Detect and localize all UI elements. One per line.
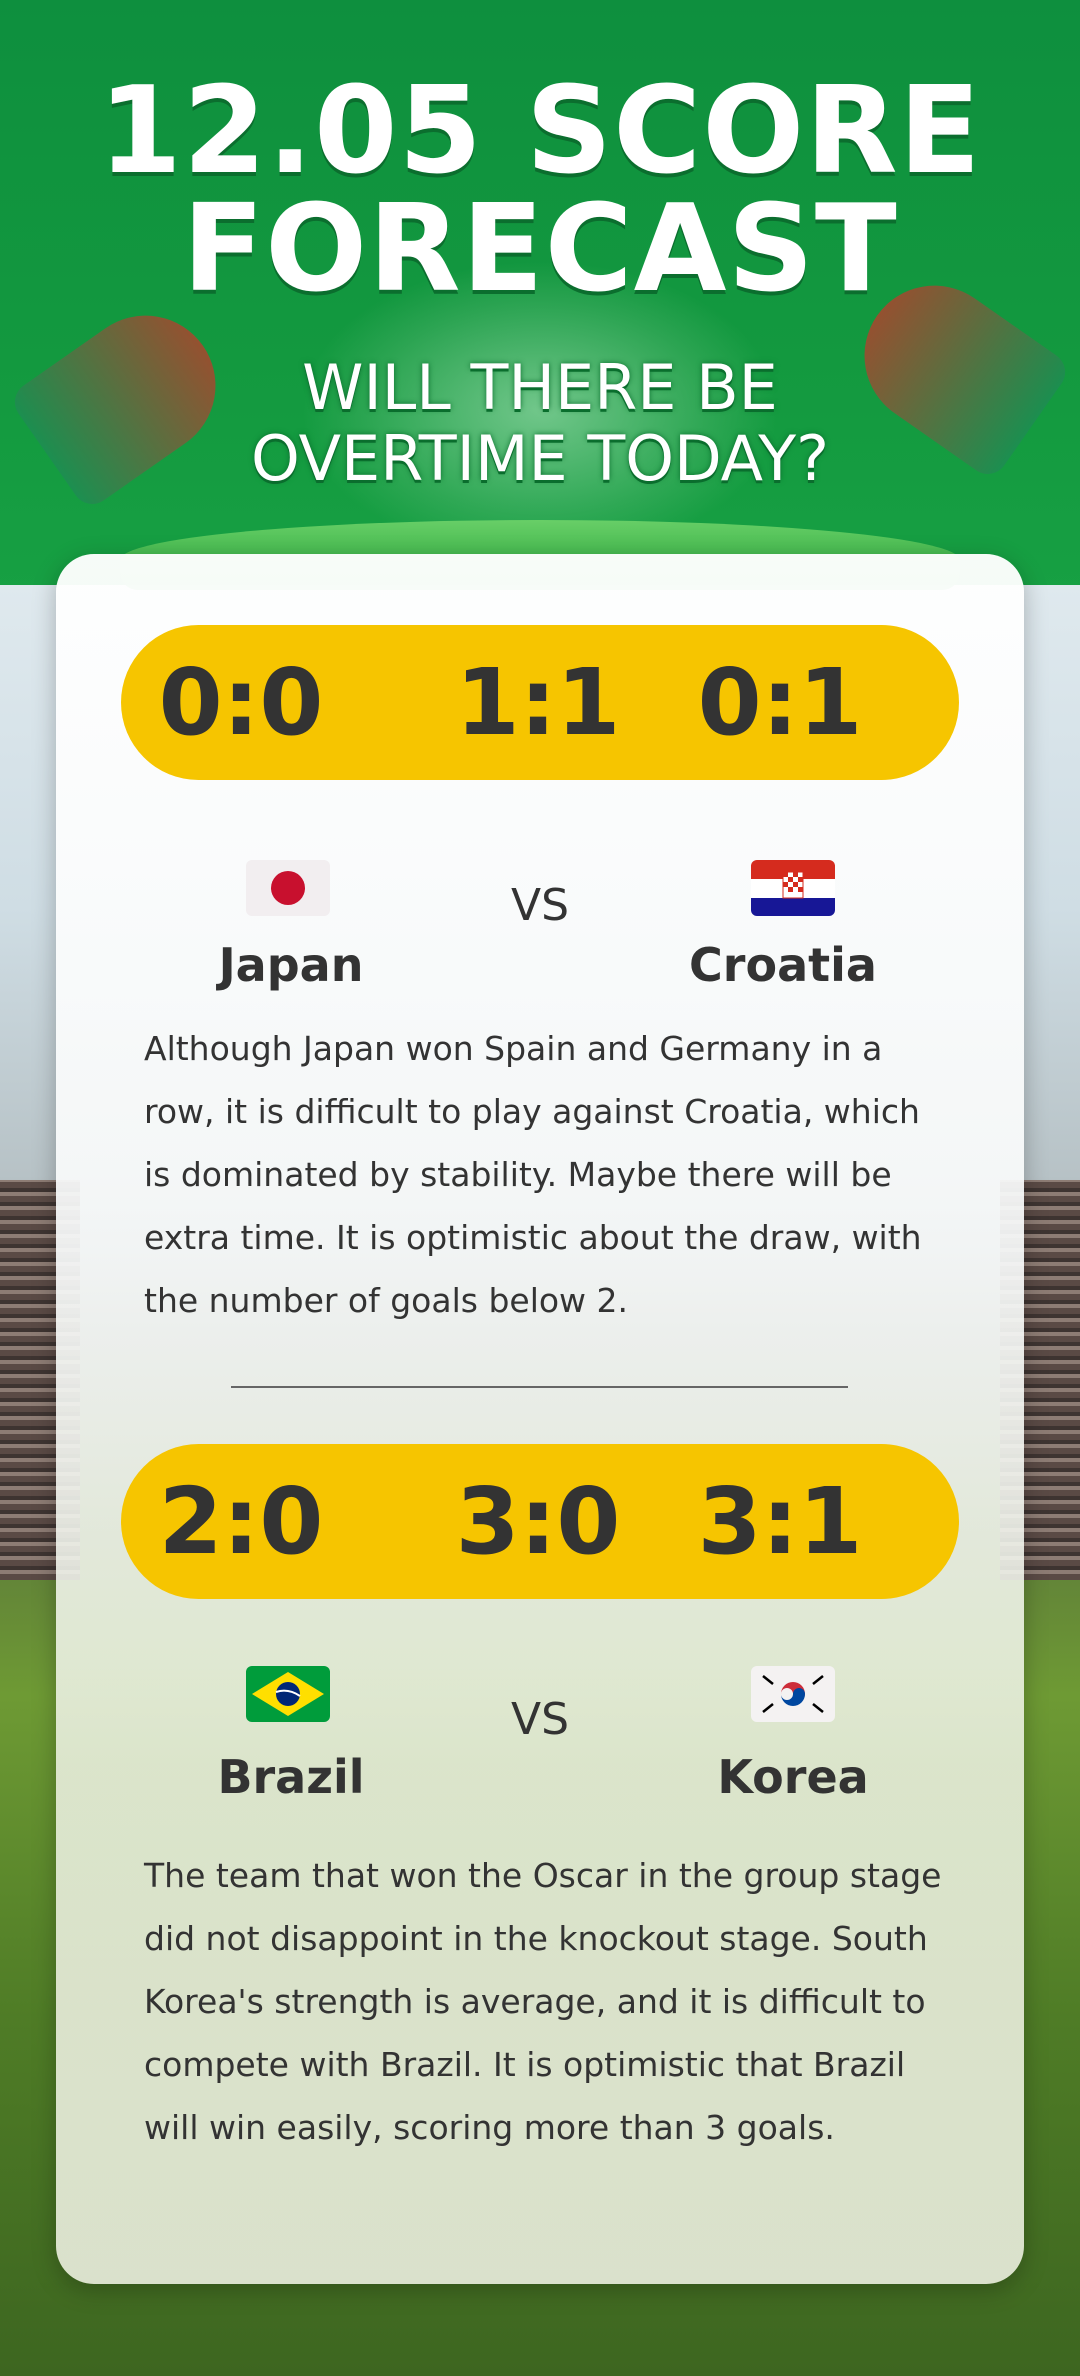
score-options-match1: 0:0 1:1 0:1 xyxy=(121,625,959,780)
brazil-flag-icon xyxy=(246,1666,330,1722)
score-options-match2: 2:0 3:0 3:1 xyxy=(121,1444,959,1599)
croatia-flag-icon xyxy=(751,860,835,916)
score-option: 3:1 xyxy=(697,1468,863,1575)
match-analysis-text: The team that won the Oscar in the group… xyxy=(144,1856,942,2147)
home-team-name: Brazil xyxy=(217,1750,365,1804)
page-title-line2: FORECAST xyxy=(182,180,898,319)
subtitle-line1: WILL THERE BE xyxy=(302,351,778,424)
away-team-name: Korea xyxy=(717,1750,869,1804)
subtitle-line2: OVERTIME TODAY? xyxy=(250,422,830,495)
vs-label: VS xyxy=(510,880,570,931)
match-analysis-text: Although Japan won Spain and Germany in … xyxy=(144,1029,922,1320)
score-option: 1:1 xyxy=(455,649,621,756)
forecast-card: 0:0 1:1 0:1 Japan VS Croatia Although Ja… xyxy=(56,554,1024,2284)
korea-flag-icon xyxy=(751,1666,835,1722)
score-option: 3:0 xyxy=(455,1468,621,1575)
vs-label: VS xyxy=(510,1694,570,1745)
score-option: 2:0 xyxy=(158,1468,324,1575)
score-option: 0:0 xyxy=(158,649,324,756)
score-option: 0:1 xyxy=(697,649,863,756)
japan-flag-icon xyxy=(246,860,330,916)
home-team-name: Japan xyxy=(218,938,364,992)
section-divider xyxy=(231,1386,848,1388)
away-team-name: Croatia xyxy=(689,938,877,992)
